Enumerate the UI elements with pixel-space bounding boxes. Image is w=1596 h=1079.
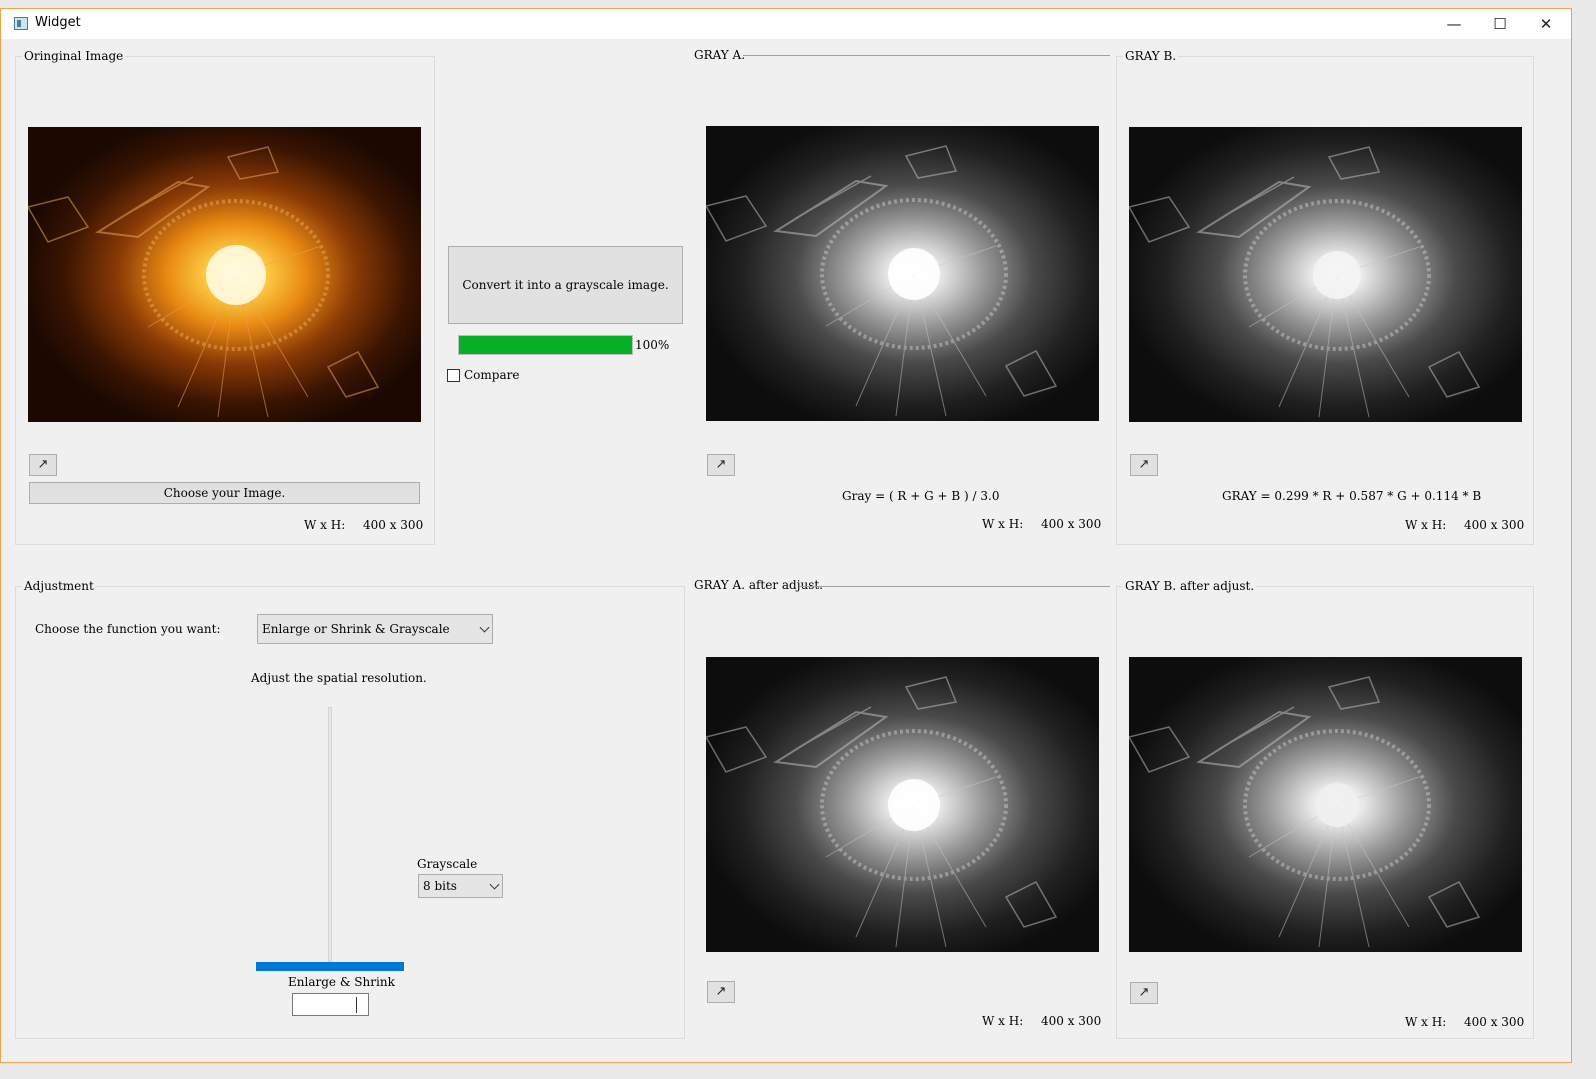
compare-label: Compare [464,368,520,382]
gray-b-adj-size-label: W x H: [1405,1015,1447,1029]
gray-a-adj-size-value: 400 x 300 [1041,1014,1102,1028]
gray-a-separator [743,55,1110,56]
grayscale-label: Grayscale [417,857,478,871]
original-image-group: Oringinal Image ↗ Choose your Image. W x… [15,49,435,545]
original-size-value: 400 x 300 [363,518,424,532]
function-select[interactable]: Enlarge or Shrink & Grayscale [257,614,493,644]
original-group-title: Oringinal Image [22,49,126,64]
chevron-down-icon [489,879,500,890]
grayscale-bits-select[interactable]: 8 bits [418,874,503,898]
original-image [28,127,421,422]
adjustment-group-title: Adjustment [22,579,96,594]
function-label: Choose the function you want: [35,622,221,636]
expand-icon: ↗ [1138,985,1150,1000]
spin-arrows-icon[interactable] [356,997,358,1013]
gray-b-size-label: W x H: [1405,518,1447,532]
gray-b-formula: GRAY = 0.299 * R + 0.587 * G + 0.114 * B [1222,489,1482,503]
compare-checkbox[interactable] [447,369,460,382]
convert-progress-bar [458,335,633,355]
gray-a-adj-image [706,657,1099,952]
progress-fill [459,336,632,354]
gray-a-adj-size-label: W x H: [982,1014,1024,1028]
gray-a-expand-button[interactable]: ↗ [707,454,735,476]
gray-a-size-value: 400 x 300 [1041,517,1102,531]
resolution-slider-handle[interactable] [256,962,404,971]
gray-a-formula: Gray = ( R + G + B ) / 3.0 [842,489,1000,503]
gray-a-image [706,126,1099,421]
enlarge-shrink-label: Enlarge & Shrink [288,975,395,989]
chevron-down-icon [479,622,490,633]
main-window: Widget — ☐ ✕ Oringinal Image ↗ Choose yo… [0,8,1572,1063]
close-button[interactable]: ✕ [1523,9,1569,39]
expand-icon: ↗ [1138,457,1150,472]
resolution-label: Adjust the spatial resolution. [251,671,427,685]
gray-b-group: GRAY B. ↗ GRAY = 0.299 * R + 0.587 * G +… [1116,49,1534,545]
enlarge-shrink-spinbox[interactable] [292,993,369,1016]
app-icon [14,17,28,30]
gray-b-adj-size-value: 400 x 300 [1464,1015,1525,1029]
maximize-button[interactable]: ☐ [1477,9,1523,39]
expand-icon: ↗ [37,457,49,472]
gray-a-adj-group-title: GRAY A. after adjust. [694,578,823,592]
gray-a-adj-expand-button[interactable]: ↗ [707,981,735,1003]
expand-icon: ↗ [715,984,727,999]
gray-b-image [1129,127,1522,422]
gray-b-adj-group: GRAY B. after adjust. ↗ W x H: 400 x 300 [1116,579,1534,1039]
gray-a-size-label: W x H: [982,517,1024,531]
gray-b-group-title: GRAY B. [1123,49,1179,64]
resolution-slider[interactable] [328,707,332,962]
original-expand-button[interactable]: ↗ [29,454,57,476]
convert-grayscale-button[interactable]: Convert it into a grayscale image. [448,246,683,324]
choose-image-button[interactable]: Choose your Image. [29,482,420,504]
window-title: Widget [35,15,81,30]
gray-b-expand-button[interactable]: ↗ [1130,454,1158,476]
adjustment-group: Adjustment Choose the function you want:… [15,579,685,1039]
title-bar[interactable]: Widget — ☐ ✕ [1,9,1571,39]
expand-icon: ↗ [715,457,727,472]
function-select-value: Enlarge or Shrink & Grayscale [262,622,450,636]
original-size-label: W x H: [304,518,346,532]
gray-b-adj-image [1129,657,1522,952]
gray-a-adj-separator [799,586,1110,587]
gray-b-adj-group-title: GRAY B. after adjust. [1123,579,1257,594]
minimize-button[interactable]: — [1431,9,1477,39]
grayscale-bits-value: 8 bits [423,879,457,893]
gray-b-adj-expand-button[interactable]: ↗ [1130,982,1158,1004]
gray-a-group-title: GRAY A. [694,48,746,62]
progress-text: 100% [635,338,670,352]
gray-b-size-value: 400 x 300 [1464,518,1525,532]
